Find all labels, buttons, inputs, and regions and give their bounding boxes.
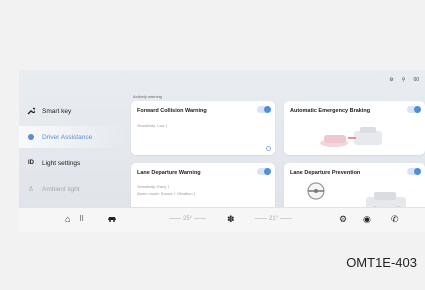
toggle-switch[interactable] [407, 168, 421, 175]
left-temp-value: 25 [183, 216, 190, 222]
toggle-switch[interactable] [407, 106, 421, 113]
phone-icon[interactable]: ✆ [391, 213, 399, 225]
sensitivity-setting[interactable]: Sensitivity: Early ⟩ [137, 184, 169, 189]
top-bar: ⚙ ⚲ 00 [389, 74, 419, 86]
search-icon[interactable]: ⚲ [402, 77, 406, 83]
sensitivity-setting[interactable]: Sensitivity: Low ⟩ [137, 123, 167, 128]
media-icon[interactable]: ◉ [363, 213, 371, 225]
settings-icon[interactable]: ⚙ [389, 77, 393, 83]
sidebar-item-label: Smart key [42, 107, 72, 115]
toggle-switch[interactable] [257, 106, 271, 113]
steering-wheel-icon [307, 182, 325, 200]
sidebar-item-label: Ambient light [42, 185, 80, 193]
sidebar-item-driver-assistance[interactable]: Driver Assistance [19, 126, 127, 148]
figure-caption: OMT1E-403 [346, 255, 417, 270]
section-title: Actively warning [133, 94, 162, 99]
right-temp-value: 21 [269, 216, 276, 222]
right-temperature[interactable]: 21° [253, 216, 294, 222]
car-icon[interactable] [107, 213, 117, 226]
sidebar-item-ambient-light[interactable]: ♙ Ambient light [19, 178, 127, 200]
wrench-icon [27, 107, 35, 115]
card-title: Lane Departure Prevention [290, 170, 361, 176]
bottom-dock: ⌂ ⠿ 25° ✽ 21° ⚙ ◉ ✆ [19, 207, 425, 232]
info-icon[interactable] [266, 146, 271, 151]
sidebar-item-label: Driver Assistance [42, 133, 93, 141]
left-temperature[interactable]: 25° [167, 216, 208, 222]
sidebar-item-smart-key[interactable]: Smart key [19, 100, 127, 122]
topbar-label: 00 [413, 77, 419, 83]
fan-icon[interactable]: ✽ [227, 213, 235, 225]
alarm-mode-setting[interactable]: Alarm mode: Sound + Vibration ⟩ [137, 191, 195, 196]
apps-grid-icon[interactable]: ⠿ [79, 214, 84, 226]
card-forward-collision-warning[interactable]: Forward Collision Warning Sensitivity: L… [131, 101, 275, 155]
sidebar-item-label: Light settings [42, 159, 81, 167]
home-icon[interactable]: ⌂ [65, 213, 70, 225]
headlight-icon: ID [28, 160, 34, 166]
sidebar: Smart key Driver Assistance ID Light set… [19, 100, 127, 204]
target-icon [27, 133, 35, 141]
settings-gear-icon[interactable]: ⚙ [339, 213, 347, 225]
card-title: Forward Collision Warning [137, 108, 207, 114]
card-automatic-emergency-braking[interactable]: Automatic Emergency Braking [284, 101, 425, 155]
sidebar-item-light-settings[interactable]: ID Light settings [19, 152, 127, 174]
card-title: Lane Departure Warning [137, 170, 201, 176]
card-title: Automatic Emergency Braking [290, 108, 371, 114]
toggle-switch[interactable] [257, 168, 271, 175]
car-illustration-icon [320, 127, 382, 147]
bulb-icon: ♙ [27, 186, 35, 193]
